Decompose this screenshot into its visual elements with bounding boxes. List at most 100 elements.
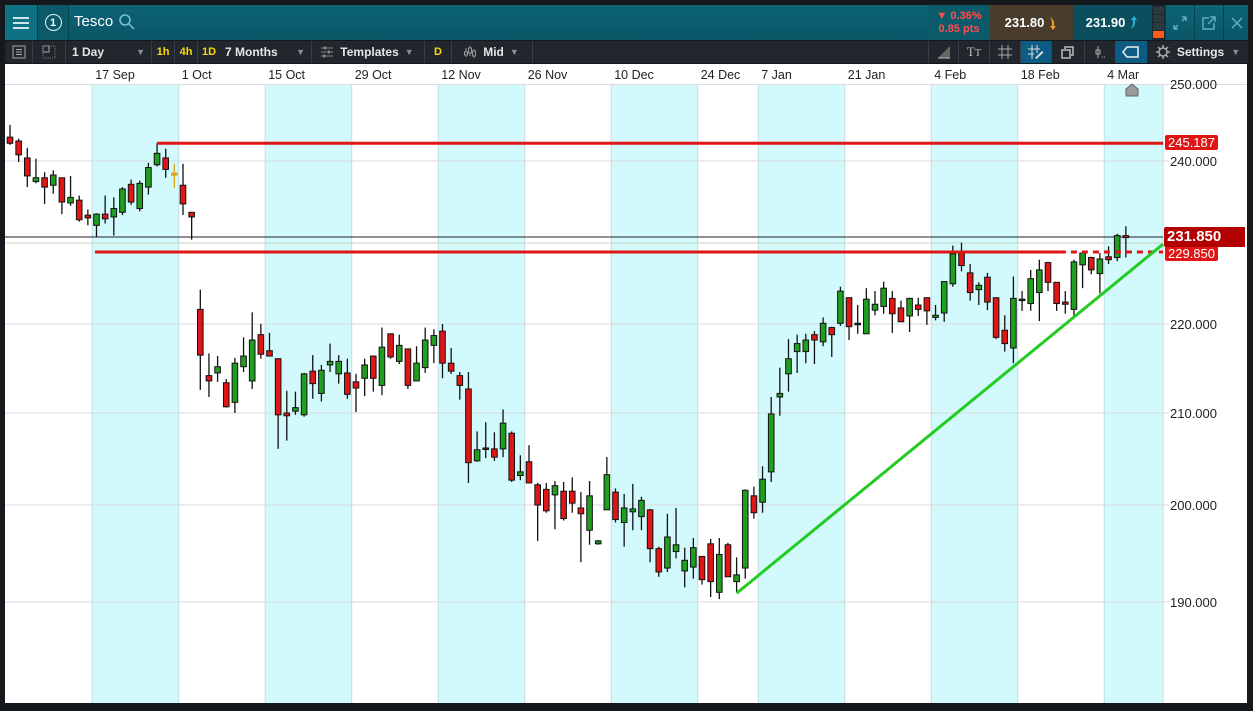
chevron-down-icon: ▼ bbox=[296, 47, 305, 57]
candle-body bbox=[525, 461, 533, 484]
candle-body bbox=[534, 484, 541, 506]
candle bbox=[568, 477, 576, 513]
candle-body bbox=[257, 334, 265, 355]
menu-button[interactable] bbox=[5, 5, 37, 40]
interval-1h-button[interactable]: 1h bbox=[152, 41, 174, 63]
instance-button[interactable]: 1 bbox=[37, 5, 69, 40]
d-button[interactable]: D bbox=[425, 41, 451, 63]
candle bbox=[594, 539, 602, 545]
arrow-down-icon bbox=[1050, 16, 1057, 30]
candle-body bbox=[880, 287, 887, 307]
candle-body bbox=[958, 252, 965, 267]
candle bbox=[992, 297, 1000, 340]
candle-body bbox=[733, 574, 740, 583]
candle-body bbox=[84, 214, 92, 219]
candle-body bbox=[309, 370, 317, 385]
interval-1d-button[interactable]: 1D bbox=[198, 41, 220, 63]
templates-label: Templates bbox=[340, 45, 399, 59]
candle bbox=[612, 488, 619, 523]
close-icon bbox=[1230, 16, 1243, 29]
candle bbox=[499, 409, 507, 458]
candle-body bbox=[923, 297, 931, 312]
maximize-button[interactable] bbox=[1165, 5, 1194, 40]
chart-type-button[interactable] bbox=[1085, 41, 1114, 63]
candle bbox=[171, 163, 178, 189]
sell-price-button[interactable]: 231.80 bbox=[990, 5, 1073, 40]
candle bbox=[58, 177, 66, 215]
candle-body bbox=[828, 327, 836, 336]
range-dropdown[interactable]: 7 Months ▼ bbox=[221, 41, 309, 63]
candle-body bbox=[837, 290, 844, 324]
candle-body bbox=[127, 183, 135, 203]
popout-button[interactable] bbox=[1194, 5, 1223, 40]
grid-edit-button[interactable] bbox=[1021, 41, 1051, 63]
candle bbox=[603, 457, 611, 511]
candle bbox=[733, 557, 740, 593]
grid-toggle-button[interactable] bbox=[990, 41, 1020, 63]
search-icon[interactable] bbox=[118, 13, 136, 31]
candle bbox=[378, 327, 386, 396]
layout-button[interactable] bbox=[33, 41, 65, 63]
candle bbox=[897, 300, 905, 323]
candle bbox=[724, 542, 732, 578]
price-type-label: Mid bbox=[483, 45, 504, 59]
interval-4h-button[interactable]: 4h bbox=[175, 41, 197, 63]
candle-body bbox=[707, 543, 714, 583]
candle-body bbox=[681, 559, 689, 572]
candle bbox=[793, 334, 801, 373]
text-tool-button[interactable]: TT bbox=[959, 41, 989, 63]
drawing-icon bbox=[937, 46, 950, 59]
candle-body bbox=[1010, 297, 1017, 349]
shaded-period-band bbox=[92, 84, 179, 703]
candle-body bbox=[1105, 256, 1112, 261]
price-type-dropdown[interactable]: Mid ▼ bbox=[452, 41, 530, 63]
price-chart[interactable]: 17 Sep 1 Oct 15 Oct 29 Oct 12 Nov 26 Nov 10 De… bbox=[0, 0, 1253, 711]
candle bbox=[914, 297, 922, 316]
candlestick-icon bbox=[464, 46, 477, 58]
close-button[interactable] bbox=[1223, 5, 1249, 40]
candle bbox=[361, 358, 368, 397]
candle-body bbox=[1053, 281, 1060, 305]
templates-dropdown[interactable]: Templates ▼ bbox=[312, 41, 422, 63]
candle bbox=[266, 332, 273, 357]
candle-body bbox=[404, 348, 412, 386]
candle-body bbox=[456, 375, 464, 386]
candle-body bbox=[603, 474, 611, 511]
candle-body bbox=[638, 499, 645, 518]
candle-body bbox=[551, 485, 559, 496]
candle bbox=[179, 163, 187, 216]
candle bbox=[491, 432, 498, 461]
layers-button[interactable] bbox=[1052, 41, 1084, 63]
candle-body bbox=[197, 308, 204, 356]
x-tick-label: 17 Sep bbox=[95, 68, 135, 82]
y-tick-label: 190.000 bbox=[1170, 595, 1217, 610]
chevron-down-icon: ▼ bbox=[1231, 47, 1241, 57]
candle-body bbox=[1018, 298, 1026, 302]
watchlist-button[interactable] bbox=[5, 41, 32, 63]
interval-dropdown[interactable]: 1 Day ▼ bbox=[66, 41, 151, 63]
candle-body bbox=[1079, 252, 1086, 266]
list-icon bbox=[12, 45, 25, 59]
candle bbox=[127, 179, 135, 205]
price-label-button[interactable] bbox=[1115, 41, 1147, 63]
market-depth-indicator[interactable] bbox=[1152, 5, 1165, 40]
candle-body bbox=[871, 303, 879, 311]
candle bbox=[672, 507, 680, 559]
candle-body bbox=[629, 508, 637, 513]
candle bbox=[811, 331, 818, 365]
candle bbox=[698, 555, 706, 585]
y-tick-label: 210.000 bbox=[1170, 406, 1217, 421]
settings-dropdown[interactable]: Settings ▼ bbox=[1148, 41, 1248, 63]
candle-body bbox=[67, 196, 74, 204]
candle bbox=[707, 538, 714, 598]
candle bbox=[205, 353, 213, 397]
buy-price-button[interactable]: 231.90 bbox=[1073, 5, 1152, 40]
expand-icon bbox=[1173, 15, 1187, 30]
candle-body bbox=[430, 335, 438, 346]
candle bbox=[6, 124, 14, 145]
chart-header: 1 Tesco ▼ 0.36% 0.85 pts 231.80 231.90 bbox=[5, 5, 1248, 40]
candle bbox=[923, 297, 931, 325]
candle-body bbox=[966, 272, 974, 294]
candle bbox=[525, 445, 533, 484]
drawing-tools-button[interactable] bbox=[929, 41, 958, 63]
